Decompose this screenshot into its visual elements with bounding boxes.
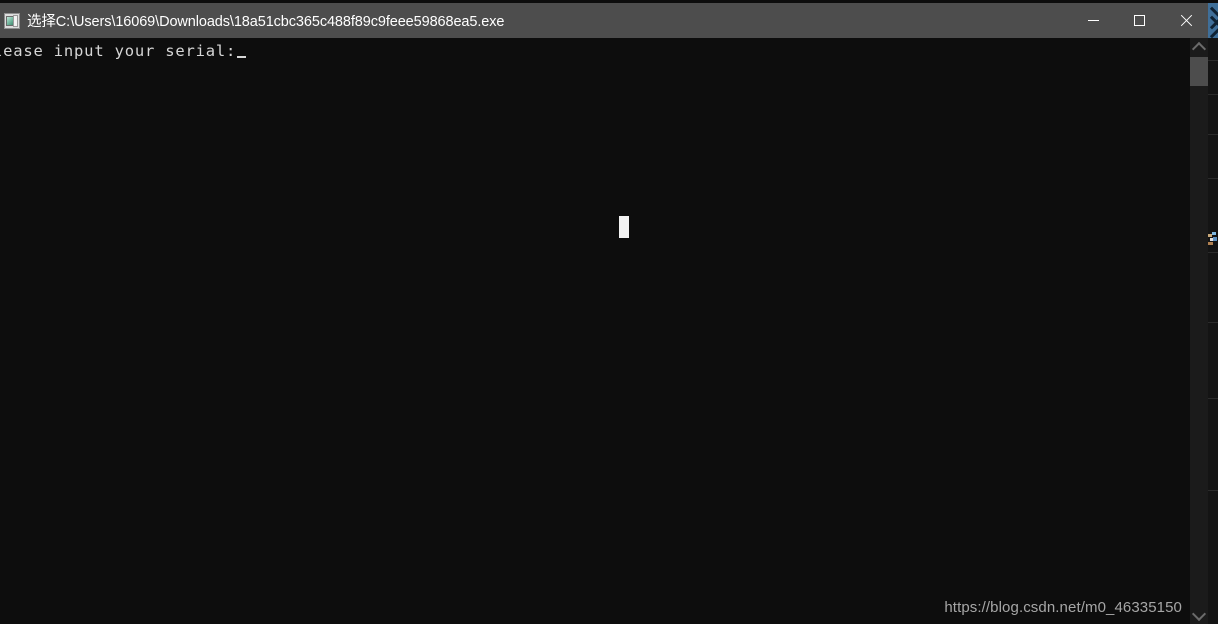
minimize-icon bbox=[1087, 20, 1099, 21]
console-line: lease input your serial: bbox=[0, 42, 247, 61]
chevron-right-icon-2 bbox=[1207, 15, 1218, 38]
maximize-icon bbox=[1133, 15, 1145, 26]
minimize-button[interactable] bbox=[1070, 3, 1116, 38]
title-bar[interactable]: 选择C:\Users\16069\Downloads\18a51cbc365c4… bbox=[0, 3, 1208, 38]
scroll-down-button[interactable] bbox=[1190, 606, 1208, 624]
vertical-scrollbar[interactable] bbox=[1190, 38, 1208, 624]
close-icon bbox=[1179, 14, 1192, 27]
background-app-icon[interactable] bbox=[1207, 3, 1218, 38]
mouse-text-cursor bbox=[619, 216, 629, 238]
chevron-up-icon bbox=[1191, 41, 1207, 56]
console-window: 选择C:\Users\16069\Downloads\18a51cbc365c4… bbox=[0, 0, 1208, 624]
console-output-area[interactable]: lease input your serial: https://blog.cs… bbox=[0, 38, 1190, 624]
console-line-text: lease input your serial: bbox=[0, 42, 237, 60]
watermark-url: https://blog.csdn.net/m0_46335150 bbox=[944, 599, 1182, 616]
screen-root: 选择C:\Users\16069\Downloads\18a51cbc365c4… bbox=[0, 0, 1218, 624]
console-app-icon bbox=[4, 12, 20, 29]
maximize-button[interactable] bbox=[1116, 3, 1162, 38]
scroll-up-button[interactable] bbox=[1190, 38, 1208, 56]
scrollbar-thumb[interactable] bbox=[1190, 57, 1208, 86]
background-right-column bbox=[1208, 38, 1218, 624]
text-caret bbox=[237, 56, 247, 58]
background-icon-fragment bbox=[1208, 232, 1218, 248]
close-button[interactable] bbox=[1162, 3, 1208, 38]
chevron-down-icon bbox=[1191, 606, 1207, 621]
window-controls bbox=[1070, 3, 1208, 38]
window-title: 选择C:\Users\16069\Downloads\18a51cbc365c4… bbox=[27, 14, 505, 30]
